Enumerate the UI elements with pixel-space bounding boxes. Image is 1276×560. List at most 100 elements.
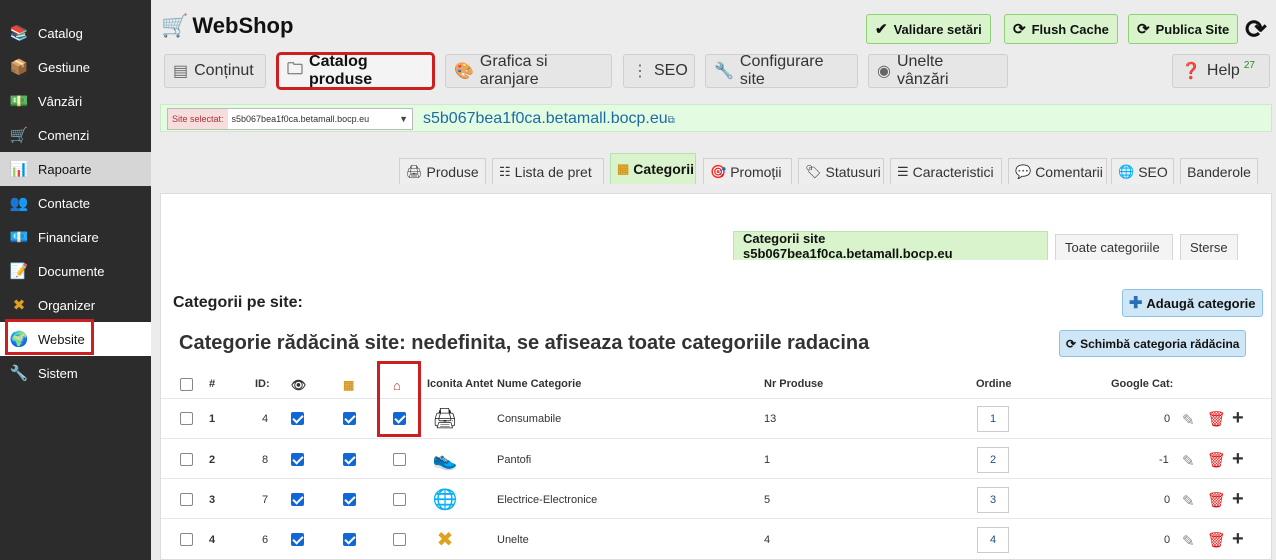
sidebar-item-label: Comenzi xyxy=(38,127,90,143)
publish-site-button[interactable]: ⟳ Publica Site xyxy=(1128,14,1239,44)
home-checkbox[interactable] xyxy=(393,533,406,546)
home-checkbox[interactable] xyxy=(393,493,406,506)
add-subcategory-icon[interactable]: + xyxy=(1232,407,1244,430)
subtab-label: Categorii xyxy=(633,161,694,177)
trash-icon[interactable]: 🗑 xyxy=(1207,410,1226,428)
visible-checkbox[interactable] xyxy=(291,493,304,506)
tab-label: Unelte vânzări xyxy=(896,53,949,88)
add-subcategory-icon[interactable]: + xyxy=(1232,528,1244,551)
tools-icon: ✖ xyxy=(12,297,26,314)
subtab-label: Statusuri xyxy=(825,163,881,180)
sidebar-item-sistem[interactable]: 🔧 Sistem xyxy=(0,356,151,390)
globe-icon: 🌐 xyxy=(1118,163,1135,179)
inner-tab-deleted[interactable]: Sterse xyxy=(1180,234,1238,260)
sidebar-item-contacte[interactable]: 👥 Contacte xyxy=(0,186,151,220)
site-select[interactable]: Site selectat: s5b067bea1f0ca.betamall.b… xyxy=(167,108,413,130)
site-link[interactable]: s5b067bea1f0ca.betamall.bocp.eu⧉ xyxy=(423,110,675,128)
order-input[interactable]: 2 xyxy=(977,447,1009,473)
subtab-caracteristici[interactable]: ☰ Caracteristici xyxy=(890,158,1002,184)
row-select-checkbox[interactable] xyxy=(180,453,193,466)
tab-label: Help xyxy=(1206,62,1240,79)
visible-checkbox[interactable] xyxy=(291,412,304,425)
seo-icon: ⋮ xyxy=(632,63,648,80)
home-checkbox[interactable] xyxy=(393,453,406,466)
trash-icon[interactable]: 🗑 xyxy=(1207,491,1226,509)
folder-icon: 🗀 xyxy=(287,60,304,78)
add-category-button[interactable]: ✚ Adaugă categorie xyxy=(1122,289,1263,317)
row-id: 8 xyxy=(262,454,269,466)
refresh-icon: ⟳ xyxy=(1066,336,1077,351)
tab-unelte-vanzari[interactable]: ◉ Unelte vânzări xyxy=(868,53,1008,88)
site-select-value: s5b067bea1f0ca.betamall.bocp.eu xyxy=(231,114,370,124)
sidebar-item-documente[interactable]: 📝 Documente xyxy=(0,254,151,288)
sidebar-item-rapoarte[interactable]: 📊 Rapoarte xyxy=(0,152,151,186)
subtab-produse[interactable]: 🖨 Produse xyxy=(399,158,486,184)
tab-seo[interactable]: ⋮ SEO xyxy=(623,54,695,88)
subtab-lista-de-pret[interactable]: ☷ Lista de pret xyxy=(492,158,604,184)
sync-icon[interactable]: ⟳ xyxy=(1245,14,1267,45)
row-select-checkbox[interactable] xyxy=(180,533,193,546)
catalog-checkbox[interactable] xyxy=(343,453,356,466)
subtab-categorii[interactable]: ▦ Categorii xyxy=(610,153,696,184)
megaphone-icon: ◉ xyxy=(877,63,891,80)
tab-catalog-produse[interactable]: 🗀 Catalog produse xyxy=(276,52,435,90)
tab-configurare-site[interactable]: 🔧 Configurare site xyxy=(705,53,858,88)
logo[interactable]: 🛒 WebShop xyxy=(161,13,293,39)
sidebar-item-organizer[interactable]: ✖ Organizer xyxy=(0,288,151,322)
add-category-label: Adaugă categorie xyxy=(1146,295,1256,311)
subtab-label: Produse xyxy=(426,163,479,180)
category-name: Pantofi xyxy=(497,454,532,466)
add-subcategory-icon[interactable]: + xyxy=(1232,488,1244,511)
subtab-promotii[interactable]: 🎯 Promoții xyxy=(703,158,792,184)
edit-icon[interactable]: ✎ xyxy=(1182,492,1195,510)
visible-checkbox[interactable] xyxy=(291,453,304,466)
subtab-label: Lista de pret xyxy=(514,163,592,180)
order-input[interactable]: 4 xyxy=(977,527,1009,553)
catalog-checkbox[interactable] xyxy=(343,493,356,506)
sidebar-item-catalog[interactable]: 📚 Catalog xyxy=(0,16,151,50)
contacts-icon: 👥 xyxy=(9,195,29,212)
catalog-checkbox[interactable] xyxy=(343,412,356,425)
column-header-ordine: Ordine xyxy=(976,378,1012,390)
add-subcategory-icon[interactable]: + xyxy=(1232,448,1244,471)
site-select-label: Site selectat: xyxy=(168,109,228,129)
chart-icon: 📊 xyxy=(9,161,29,178)
select-all-checkbox[interactable] xyxy=(180,378,193,391)
edit-icon[interactable]: ✎ xyxy=(1182,452,1195,470)
edit-icon[interactable]: ✎ xyxy=(1182,411,1195,429)
inner-tab-site-categories[interactable]: Categorii site s5b067bea1f0ca.betamall.b… xyxy=(733,231,1048,261)
trash-icon[interactable]: 🗑 xyxy=(1207,451,1226,469)
publish-label: Publica Site xyxy=(1155,21,1230,37)
product-count: 1 xyxy=(764,454,771,466)
visible-checkbox[interactable] xyxy=(291,533,304,546)
flush-cache-button[interactable]: ⟳ Flush Cache xyxy=(1004,14,1118,44)
column-header-nr-produse: Nr Produse xyxy=(764,378,824,390)
subtab-seo[interactable]: 🌐 SEO xyxy=(1111,158,1174,184)
tools-icon: ✖ xyxy=(436,528,454,551)
subtab-banderole[interactable]: Banderole xyxy=(1180,158,1258,184)
order-input[interactable]: 3 xyxy=(977,487,1009,513)
row-select-checkbox[interactable] xyxy=(180,412,193,425)
google-cat-value: -1 xyxy=(1159,454,1169,466)
tab-grafica[interactable]: 🎨 Grafica si aranjare xyxy=(445,53,612,88)
sidebar-item-gestiune[interactable]: 📦 Gestiune xyxy=(0,50,151,84)
order-input[interactable]: 1 xyxy=(977,406,1009,432)
row-select-checkbox[interactable] xyxy=(180,493,193,506)
column-header-name: Nume Categorie xyxy=(497,378,582,390)
content-panel: Categorii site s5b067bea1f0ca.betamall.b… xyxy=(160,193,1272,560)
subtab-comentarii[interactable]: 💬 Comentarii xyxy=(1008,158,1107,184)
sidebar-item-website[interactable]: 🌍 Website xyxy=(0,319,151,356)
sidebar-item-financiare[interactable]: 💶 Financiare xyxy=(0,220,151,254)
change-root-category-button[interactable]: ⟳ Schimbă categoria rădăcina xyxy=(1059,330,1247,357)
validate-settings-button[interactable]: ✔ Validare setări xyxy=(866,14,991,44)
catalog-checkbox[interactable] xyxy=(343,533,356,546)
subtab-statusuri[interactable]: 🏷 Statusuri xyxy=(798,158,884,184)
inner-tab-all-categories[interactable]: Toate categoriile xyxy=(1055,234,1173,260)
sidebar-item-comenzi[interactable]: 🛒 Comenzi xyxy=(0,118,151,152)
tab-help[interactable]: ❓ Help 27 xyxy=(1172,54,1270,88)
sidebar-item-vanzari[interactable]: 💵 Vânzări xyxy=(0,84,151,118)
tab-continut[interactable]: ▤ Conținut xyxy=(164,54,266,88)
category-tree-icon: ▦ xyxy=(617,161,630,176)
edit-icon[interactable]: ✎ xyxy=(1182,532,1195,550)
trash-icon[interactable]: 🗑 xyxy=(1207,531,1226,549)
